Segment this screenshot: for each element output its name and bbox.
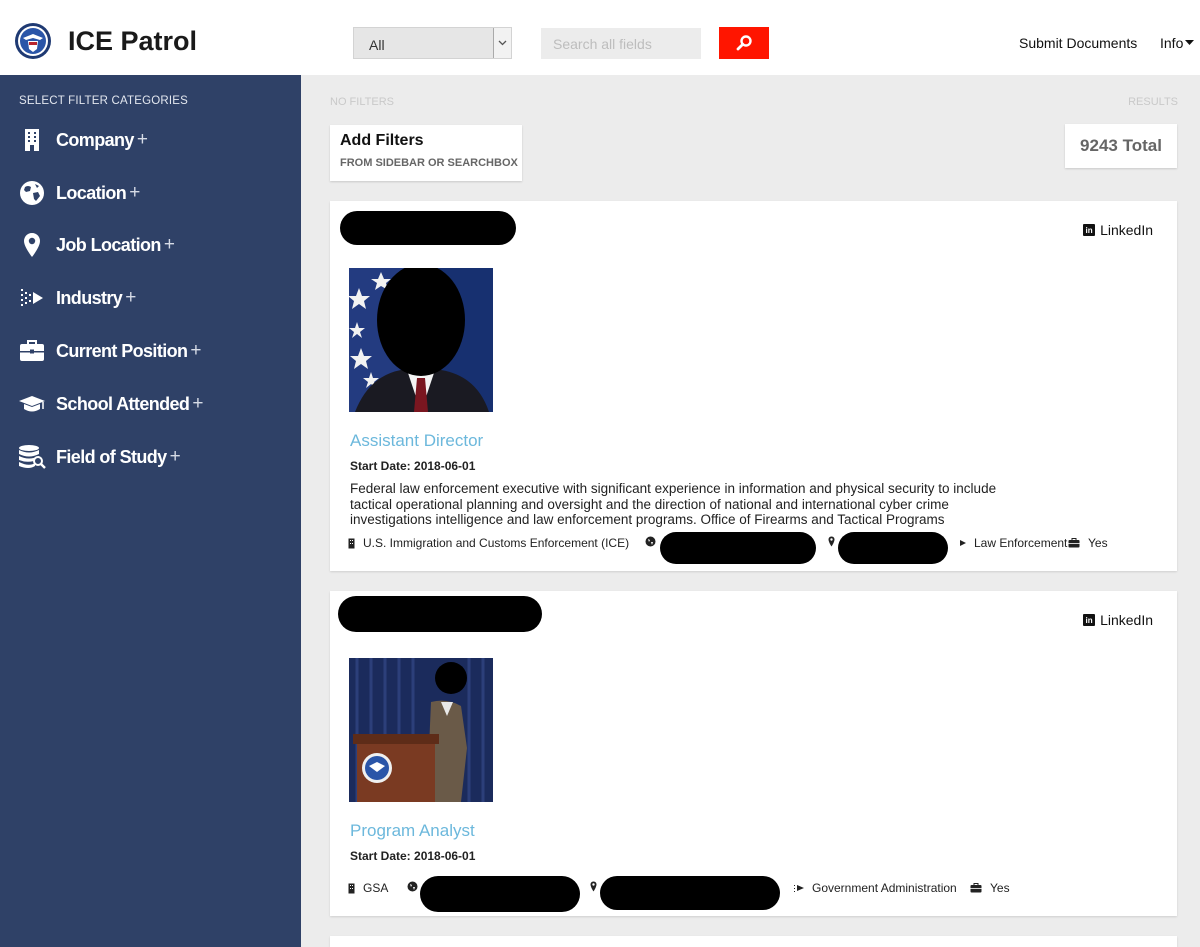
briefcase-icon [1068,538,1080,548]
sidebar-item-company[interactable]: Company + [18,124,148,156]
result-card: in LinkedIn Assistant Director Start Dat… [330,201,1177,571]
meta-current-label: Yes [1088,536,1108,550]
sidebar-item-school-attended[interactable]: School Attended + [18,388,203,420]
category-select-value: All [369,37,385,53]
meta-industry[interactable]: Law Enforcement [958,536,1067,550]
results-total: 9243 Total [1065,124,1177,168]
caret-down-icon [1185,40,1195,45]
search-input[interactable] [541,28,701,59]
meta-current-label: Yes [990,881,1010,895]
redacted-location [660,532,816,564]
globe-icon [407,881,418,892]
add-filters-panel: Add Filters FROM SIDEBAR OR SEARCHBOX [330,125,522,181]
plus-icon: + [190,340,202,361]
search-button[interactable] [719,27,769,59]
map-pin-icon [18,231,46,259]
globe-icon [18,179,46,207]
linkedin-link[interactable]: in LinkedIn [1083,612,1153,628]
sidebar-item-label: Current Position [56,340,188,361]
meta-industry[interactable]: Government Administration [794,881,957,895]
linkedin-label: LinkedIn [1100,222,1153,238]
map-pin-icon [590,881,597,892]
redacted-location [420,876,580,912]
graduation-cap-icon [18,390,46,418]
plus-icon: + [169,446,181,467]
meta-industry-label: Law Enforcement [974,536,1068,550]
plus-icon: + [192,393,204,414]
job-description: Federal law enforcement executive with s… [350,481,997,527]
sidebar-item-label: Field of Study [56,446,167,467]
submit-documents-link[interactable]: Submit Documents [1019,35,1137,51]
plus-icon: + [163,234,175,255]
meta-company-label: U.S. Immigration and Customs Enforcement… [363,536,630,550]
job-title[interactable]: Program Analyst [350,821,475,841]
profile-photo [349,658,493,802]
category-select[interactable]: All [353,27,512,59]
industry-icon [794,883,804,893]
meta-company[interactable]: GSA [348,881,388,895]
job-title[interactable]: Assistant Director [350,431,483,451]
add-filters-title: Add Filters [340,132,424,149]
linkedin-link[interactable]: in LinkedIn [1083,222,1153,238]
result-card: in LinkedIn Program Analyst Start Date: … [330,591,1177,916]
search-icon [736,35,752,51]
result-card [330,936,1177,947]
active-filters-label: NO FILTERS [330,96,394,108]
start-date: Start Date: 2018-06-01 [350,849,476,863]
redacted-name [338,596,542,632]
map-pin-icon [828,536,835,547]
sidebar-item-label: Location [56,182,127,203]
start-date: Start Date: 2018-06-01 [350,459,476,473]
meta-industry-label: Government Administration [812,881,957,895]
dhs-seal-logo[interactable] [14,22,52,60]
linkedin-icon: in [1083,614,1096,626]
meta-current-position[interactable]: Yes [970,881,1010,895]
info-menu[interactable]: Info [1160,35,1195,51]
add-filters-subtitle: FROM SIDEBAR OR SEARCHBOX [340,157,518,169]
plus-icon: + [136,129,148,150]
info-menu-label: Info [1160,35,1184,51]
linkedin-label: LinkedIn [1100,612,1153,628]
redacted-name [340,211,516,245]
profile-photo [349,268,493,412]
sidebar-item-job-location[interactable]: Job Location + [18,229,175,261]
redacted-job-location [838,532,948,564]
industry-icon [958,538,966,548]
globe-icon [645,536,656,547]
sidebar-heading: SELECT FILTER CATEGORIES [19,95,189,107]
meta-current-position[interactable]: Yes [1068,536,1108,550]
meta-company-label: GSA [363,881,389,895]
plus-icon: + [125,287,137,308]
meta-company[interactable]: U.S. Immigration and Customs Enforcement… [348,536,629,550]
sidebar-item-label: Job Location [56,234,161,255]
sidebar-item-label: Industry [56,287,123,308]
linkedin-icon: in [1083,224,1096,236]
sidebar-item-location[interactable]: Location + [18,177,140,209]
sidebar-item-industry[interactable]: Industry + [18,282,136,314]
plus-icon: + [129,182,141,203]
building-icon [18,126,46,154]
sidebar-item-field-of-study[interactable]: Field of Study + [18,441,181,473]
app-title: ICE Patrol [68,26,198,56]
top-header: ICE Patrol All Submit Documents Info [0,0,1200,75]
briefcase-icon [970,883,982,893]
database-search-icon [18,443,46,471]
results-label: RESULTS [1128,96,1178,108]
sidebar-item-label: Company [56,129,134,150]
industry-icon [18,284,46,312]
sidebar-item-label: School Attended [56,393,190,414]
building-icon [348,538,355,549]
sidebar-item-current-position[interactable]: Current Position + [18,335,202,367]
chevron-down-icon[interactable] [493,28,511,58]
filter-sidebar: SELECT FILTER CATEGORIES Company + Locat… [0,75,301,947]
redacted-job-location [600,876,780,910]
building-icon [348,883,355,894]
briefcase-icon [18,337,46,365]
